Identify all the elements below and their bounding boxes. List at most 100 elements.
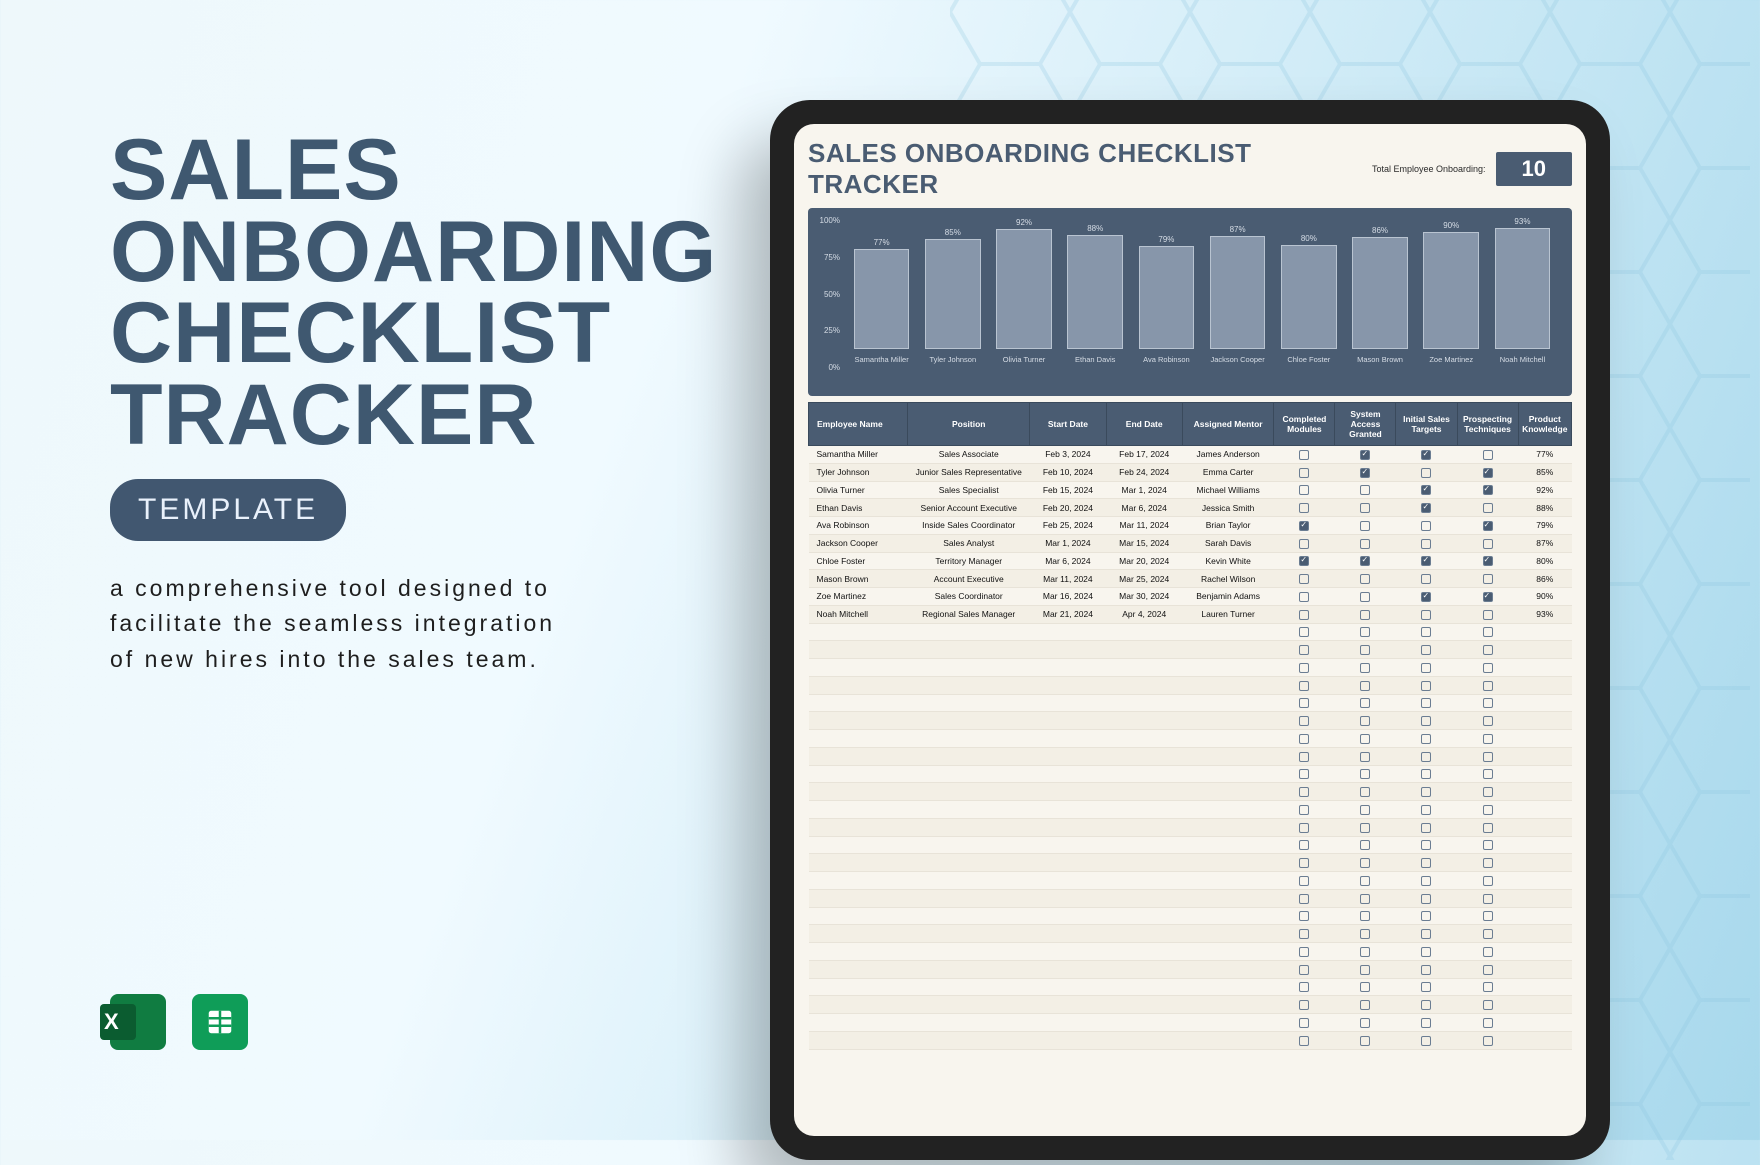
checkbox[interactable] (1299, 805, 1309, 815)
checkbox[interactable] (1360, 592, 1370, 602)
checkbox[interactable] (1421, 894, 1431, 904)
checkbox[interactable] (1421, 521, 1431, 531)
checkbox[interactable] (1299, 556, 1309, 566)
checkbox[interactable] (1360, 947, 1370, 957)
checkbox[interactable] (1299, 734, 1309, 744)
checkbox[interactable] (1360, 1018, 1370, 1028)
checkbox[interactable] (1483, 769, 1493, 779)
checkbox[interactable] (1483, 734, 1493, 744)
checkbox[interactable] (1483, 752, 1493, 762)
checkbox[interactable] (1421, 982, 1431, 992)
checkbox[interactable] (1360, 787, 1370, 797)
checkbox[interactable] (1483, 965, 1493, 975)
checkbox[interactable] (1421, 450, 1431, 460)
checkbox[interactable] (1421, 681, 1431, 691)
checkbox[interactable] (1483, 876, 1493, 886)
checkbox[interactable] (1483, 592, 1493, 602)
checkbox[interactable] (1483, 698, 1493, 708)
checkbox[interactable] (1483, 610, 1493, 620)
checkbox[interactable] (1299, 876, 1309, 886)
checkbox[interactable] (1483, 574, 1493, 584)
checkbox[interactable] (1483, 1018, 1493, 1028)
checkbox[interactable] (1421, 1018, 1431, 1028)
checkbox[interactable] (1483, 450, 1493, 460)
checkbox[interactable] (1483, 894, 1493, 904)
checkbox[interactable] (1299, 627, 1309, 637)
checkbox[interactable] (1299, 982, 1309, 992)
checkbox[interactable] (1299, 752, 1309, 762)
checkbox[interactable] (1299, 592, 1309, 602)
checkbox[interactable] (1483, 947, 1493, 957)
checkbox[interactable] (1360, 965, 1370, 975)
checkbox[interactable] (1421, 574, 1431, 584)
checkbox[interactable] (1421, 787, 1431, 797)
checkbox[interactable] (1483, 929, 1493, 939)
checkbox[interactable] (1421, 840, 1431, 850)
checkbox[interactable] (1360, 681, 1370, 691)
checkbox[interactable] (1483, 823, 1493, 833)
checkbox[interactable] (1360, 698, 1370, 708)
checkbox[interactable] (1483, 787, 1493, 797)
checkbox[interactable] (1299, 1018, 1309, 1028)
checkbox[interactable] (1360, 805, 1370, 815)
checkbox[interactable] (1360, 1036, 1370, 1046)
checkbox[interactable] (1299, 1000, 1309, 1010)
checkbox[interactable] (1299, 858, 1309, 868)
checkbox[interactable] (1483, 1036, 1493, 1046)
checkbox[interactable] (1421, 752, 1431, 762)
checkbox[interactable] (1299, 947, 1309, 957)
checkbox[interactable] (1360, 556, 1370, 566)
checkbox[interactable] (1360, 663, 1370, 673)
checkbox[interactable] (1360, 503, 1370, 513)
checkbox[interactable] (1421, 716, 1431, 726)
checkbox[interactable] (1360, 1000, 1370, 1010)
checkbox[interactable] (1360, 468, 1370, 478)
checkbox[interactable] (1483, 539, 1493, 549)
checkbox[interactable] (1421, 503, 1431, 513)
checkbox[interactable] (1299, 823, 1309, 833)
checkbox[interactable] (1360, 521, 1370, 531)
checkbox[interactable] (1299, 894, 1309, 904)
checkbox[interactable] (1360, 645, 1370, 655)
checkbox[interactable] (1483, 1000, 1493, 1010)
checkbox[interactable] (1299, 450, 1309, 460)
checkbox[interactable] (1483, 716, 1493, 726)
checkbox[interactable] (1360, 716, 1370, 726)
checkbox[interactable] (1483, 982, 1493, 992)
checkbox[interactable] (1421, 1036, 1431, 1046)
checkbox[interactable] (1483, 805, 1493, 815)
checkbox[interactable] (1421, 592, 1431, 602)
checkbox[interactable] (1299, 911, 1309, 921)
checkbox[interactable] (1483, 858, 1493, 868)
checkbox[interactable] (1299, 1036, 1309, 1046)
checkbox[interactable] (1421, 734, 1431, 744)
checkbox[interactable] (1421, 663, 1431, 673)
checkbox[interactable] (1360, 485, 1370, 495)
checkbox[interactable] (1421, 858, 1431, 868)
checkbox[interactable] (1421, 610, 1431, 620)
checkbox[interactable] (1483, 627, 1493, 637)
checkbox[interactable] (1299, 681, 1309, 691)
checkbox[interactable] (1483, 485, 1493, 495)
checkbox[interactable] (1421, 947, 1431, 957)
checkbox[interactable] (1421, 485, 1431, 495)
checkbox[interactable] (1483, 521, 1493, 531)
checkbox[interactable] (1360, 982, 1370, 992)
checkbox[interactable] (1299, 610, 1309, 620)
checkbox[interactable] (1483, 556, 1493, 566)
checkbox[interactable] (1360, 734, 1370, 744)
checkbox[interactable] (1299, 645, 1309, 655)
checkbox[interactable] (1483, 468, 1493, 478)
checkbox[interactable] (1299, 574, 1309, 584)
checkbox[interactable] (1299, 698, 1309, 708)
checkbox[interactable] (1360, 610, 1370, 620)
checkbox[interactable] (1360, 876, 1370, 886)
checkbox[interactable] (1483, 503, 1493, 513)
checkbox[interactable] (1360, 858, 1370, 868)
checkbox[interactable] (1299, 485, 1309, 495)
checkbox[interactable] (1421, 965, 1431, 975)
checkbox[interactable] (1483, 663, 1493, 673)
checkbox[interactable] (1483, 911, 1493, 921)
checkbox[interactable] (1421, 823, 1431, 833)
checkbox[interactable] (1299, 468, 1309, 478)
